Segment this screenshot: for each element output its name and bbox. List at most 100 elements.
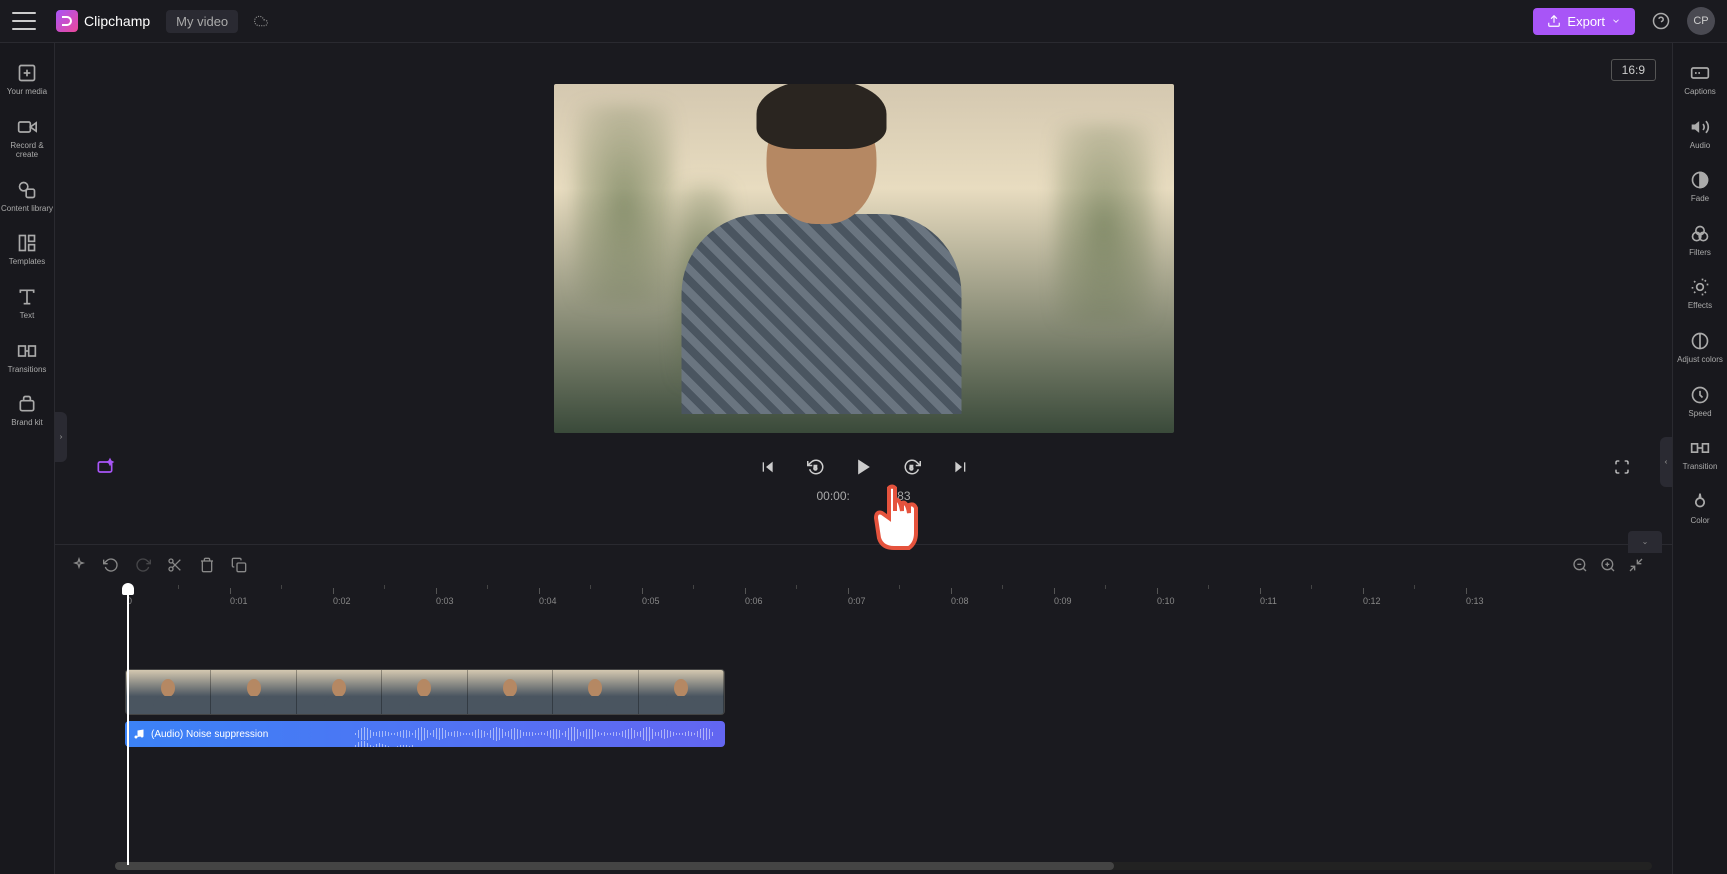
sidebar-text[interactable]: Text — [0, 277, 54, 331]
sidebar-templates[interactable]: Templates — [0, 223, 54, 277]
user-avatar[interactable]: CP — [1687, 7, 1715, 35]
timeline-scrollbar[interactable] — [115, 862, 1652, 870]
ruler-mark: 0:11 — [1260, 588, 1277, 606]
delete-button[interactable] — [199, 557, 215, 573]
split-button[interactable] — [167, 557, 183, 573]
sidebar-fade[interactable]: Fade — [1673, 160, 1727, 214]
forward-5-button[interactable]: 5 — [898, 453, 926, 481]
ruler-mark: 0:12 — [1363, 588, 1381, 606]
transition-icon — [1690, 438, 1710, 458]
sidebar-filters[interactable]: Filters — [1673, 214, 1727, 268]
sidebar-captions[interactable]: Captions — [1673, 53, 1727, 107]
sidebar-label: Effects — [1688, 301, 1712, 311]
timeline-ruler[interactable]: 00:010:020:030:040:050:060:070:080:090:1… — [55, 585, 1672, 609]
upload-icon — [1547, 14, 1561, 28]
sidebar-color[interactable]: Color — [1673, 482, 1727, 536]
audio-clip[interactable]: (Audio) Noise suppression — [125, 721, 725, 747]
sidebar-label: Content library — [1, 204, 53, 214]
app-name: Clipchamp — [84, 13, 150, 29]
sidebar-label: Fade — [1691, 194, 1709, 204]
captions-icon — [1690, 63, 1710, 83]
chevron-down-icon — [1640, 540, 1650, 546]
sidebar-label: Color — [1690, 516, 1709, 526]
auto-tool-button[interactable] — [71, 557, 87, 573]
svg-text:5: 5 — [813, 466, 817, 472]
ruler-mark: 0:04 — [539, 588, 557, 606]
transitions-icon — [17, 341, 37, 361]
text-icon — [17, 287, 37, 307]
sidebar-effects[interactable]: Effects — [1673, 267, 1727, 321]
sidebar-your-media[interactable]: Your media — [0, 53, 54, 107]
waveform — [355, 727, 715, 741]
app-logo[interactable]: Clipchamp — [56, 10, 150, 32]
cloud-sync-icon[interactable] — [252, 14, 270, 28]
sidebar-label: Filters — [1689, 248, 1711, 258]
skip-forward-icon — [952, 459, 968, 475]
sidebar-transitions[interactable]: Transitions — [0, 331, 54, 385]
sidebar-adjust-colors[interactable]: Adjust colors — [1673, 321, 1727, 375]
fade-icon — [1690, 170, 1710, 190]
rewind-5-button[interactable]: 5 — [802, 453, 830, 481]
auto-compose-button[interactable] — [91, 453, 119, 481]
video-clip[interactable] — [125, 669, 725, 715]
ruler-mark: 0:02 — [333, 588, 351, 606]
copy-icon — [231, 557, 247, 573]
project-title[interactable]: My video — [166, 10, 238, 33]
help-button[interactable] — [1647, 7, 1675, 35]
sparkle-icon — [71, 557, 87, 573]
sidebar-brand-kit[interactable]: Brand kit — [0, 384, 54, 438]
playhead[interactable] — [127, 585, 129, 865]
zoom-out-icon — [1572, 557, 1588, 573]
play-button[interactable] — [850, 453, 878, 481]
undo-icon — [103, 557, 119, 573]
timeline-tracks: (Audio) Noise suppression — [55, 609, 1672, 874]
audio-icon — [1690, 117, 1710, 137]
skip-back-button[interactable] — [754, 453, 782, 481]
sidebar-label: Transitions — [8, 365, 47, 375]
chevron-down-icon — [1611, 16, 1621, 26]
sidebar-content-library[interactable]: Content library — [0, 170, 54, 224]
time-display: 00:00: .83 — [816, 489, 910, 503]
sidebar-label: Your media — [7, 87, 47, 97]
current-time: 00:00: — [816, 489, 849, 503]
zoom-in-icon — [1600, 557, 1616, 573]
sidebar-transition[interactable]: Transition — [1673, 428, 1727, 482]
export-label: Export — [1567, 14, 1605, 29]
sidebar-label: Audio — [1690, 141, 1710, 151]
redo-button[interactable] — [135, 557, 151, 573]
timeline-toolbar — [55, 545, 1672, 585]
color-icon — [1690, 492, 1710, 512]
aspect-ratio-button[interactable]: 16:9 — [1611, 59, 1656, 81]
zoom-in-button[interactable] — [1600, 557, 1616, 573]
preview-area: 16:9 5 5 — [55, 43, 1672, 544]
duplicate-button[interactable] — [231, 557, 247, 573]
hamburger-menu-icon[interactable] — [12, 12, 36, 30]
right-panel-collapse-handle[interactable] — [1660, 437, 1672, 487]
sidebar-record-create[interactable]: Record & create — [0, 107, 54, 170]
effects-icon — [1690, 277, 1710, 297]
left-panel-expand-handle[interactable] — [55, 412, 67, 462]
speed-icon — [1690, 385, 1710, 405]
chevron-left-icon — [1663, 457, 1669, 467]
timeline-collapse-toggle[interactable] — [1628, 531, 1662, 553]
export-button[interactable]: Export — [1533, 8, 1635, 35]
skip-back-icon — [760, 459, 776, 475]
undo-button[interactable] — [103, 557, 119, 573]
skip-forward-button[interactable] — [946, 453, 974, 481]
zoom-fit-button[interactable] — [1628, 557, 1644, 573]
ruler-mark: 0:10 — [1157, 588, 1175, 606]
help-icon — [1652, 12, 1670, 30]
sidebar-audio[interactable]: Audio — [1673, 107, 1727, 161]
sidebar-label: Adjust colors — [1677, 355, 1723, 365]
video-preview-canvas[interactable] — [554, 84, 1174, 433]
zoom-out-button[interactable] — [1572, 557, 1588, 573]
fullscreen-icon — [1614, 459, 1630, 475]
fullscreen-button[interactable] — [1608, 453, 1636, 481]
audio-clip-label: (Audio) Noise suppression — [151, 729, 268, 740]
ruler-mark: 0:06 — [745, 588, 763, 606]
sidebar-label: Transition — [1683, 462, 1718, 472]
left-sidebar: Your media Record & create Content libra… — [0, 43, 55, 874]
sidebar-label: Templates — [9, 257, 45, 267]
sidebar-speed[interactable]: Speed — [1673, 375, 1727, 429]
sidebar-label: Brand kit — [11, 418, 43, 428]
